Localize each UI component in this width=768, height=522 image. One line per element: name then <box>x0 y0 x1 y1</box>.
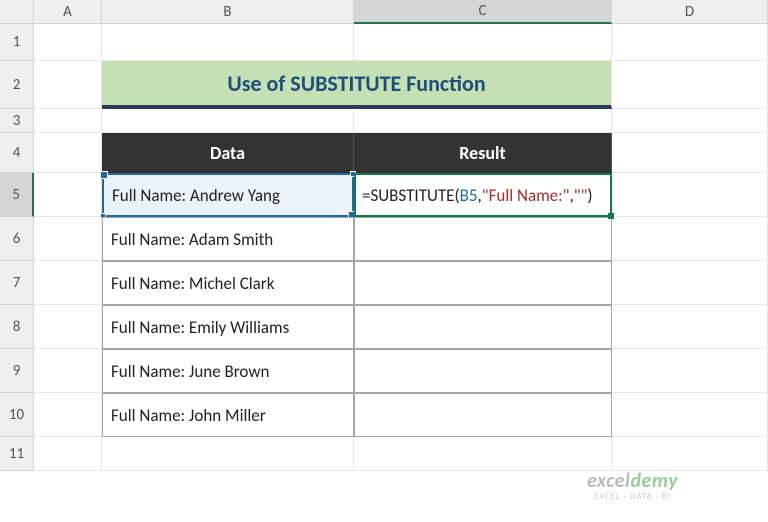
cell-a7[interactable] <box>34 261 102 305</box>
col-header-c[interactable]: C <box>354 0 612 24</box>
cell-a4[interactable] <box>34 133 102 173</box>
watermark-tagline: EXCEL · DATA · BI <box>587 492 678 502</box>
cell-c5-editing[interactable]: =SUBSTITUTE(B5,"Full Name:","") <box>354 173 612 217</box>
row-header-2[interactable]: 2 <box>0 61 34 109</box>
row-header-8[interactable]: 8 <box>0 305 34 349</box>
cell-a6[interactable] <box>34 217 102 261</box>
cell-d3[interactable] <box>612 109 768 133</box>
cell-b10[interactable]: Full Name: John Miller <box>102 393 354 437</box>
row-header-3[interactable]: 3 <box>0 109 34 133</box>
cell-a2[interactable] <box>34 61 102 109</box>
formula-str1: "Full Name:" <box>482 185 570 206</box>
cell-c7[interactable] <box>354 261 612 305</box>
cell-b5[interactable]: Full Name: Andrew Yang <box>102 173 354 217</box>
cell-c9[interactable] <box>354 349 612 393</box>
cell-c3[interactable] <box>354 109 612 133</box>
row-header-9[interactable]: 9 <box>0 349 34 393</box>
col-header-a[interactable]: A <box>34 0 102 24</box>
cell-d4[interactable] <box>612 133 768 173</box>
cell-a9[interactable] <box>34 349 102 393</box>
cell-b1[interactable] <box>102 24 354 61</box>
cell-d2[interactable] <box>612 61 768 109</box>
cell-a5[interactable] <box>34 173 102 217</box>
cell-c10[interactable] <box>354 393 612 437</box>
row-header-10[interactable]: 10 <box>0 393 34 437</box>
spreadsheet-grid: A B C D 1 2 Use of SUBSTITUTE Function 3… <box>0 0 768 471</box>
formula-ref: B5 <box>460 185 478 206</box>
formula-text: =SUBSTITUTE(B5,"Full Name:","") <box>362 185 593 206</box>
cell-d11[interactable] <box>612 437 768 471</box>
cell-c6[interactable] <box>354 217 612 261</box>
header-data[interactable]: Data <box>102 133 354 173</box>
cell-c11[interactable] <box>354 437 612 471</box>
cell-a3[interactable] <box>34 109 102 133</box>
cell-b3[interactable] <box>102 109 354 133</box>
cell-a1[interactable] <box>34 24 102 61</box>
col-header-d[interactable]: D <box>612 0 768 24</box>
col-header-b[interactable]: B <box>102 0 354 24</box>
cell-a8[interactable] <box>34 305 102 349</box>
cell-c8[interactable] <box>354 305 612 349</box>
watermark: exceldemy EXCEL · DATA · BI <box>587 470 678 502</box>
title-cell[interactable]: Use of SUBSTITUTE Function <box>102 61 612 109</box>
cell-b5-text: Full Name: Andrew Yang <box>112 185 280 206</box>
watermark-brand-a: excel <box>587 469 630 493</box>
cell-b8[interactable]: Full Name: Emily Williams <box>102 305 354 349</box>
row-header-5[interactable]: 5 <box>0 173 34 217</box>
row-header-7[interactable]: 7 <box>0 261 34 305</box>
formula-str2: "" <box>574 185 588 206</box>
cell-a11[interactable] <box>34 437 102 471</box>
cell-a10[interactable] <box>34 393 102 437</box>
cell-c1[interactable] <box>354 24 612 61</box>
cell-d5[interactable] <box>612 173 768 217</box>
cell-b6[interactable]: Full Name: Adam Smith <box>102 217 354 261</box>
row-header-4[interactable]: 4 <box>0 133 34 173</box>
row-header-1[interactable]: 1 <box>0 24 34 61</box>
cell-d7[interactable] <box>612 261 768 305</box>
watermark-brand-b: demy <box>630 469 678 493</box>
cell-d6[interactable] <box>612 217 768 261</box>
cell-b7[interactable]: Full Name: Michel Clark <box>102 261 354 305</box>
cell-b9[interactable]: Full Name: June Brown <box>102 349 354 393</box>
cell-d10[interactable] <box>612 393 768 437</box>
cell-d9[interactable] <box>612 349 768 393</box>
row-header-11[interactable]: 11 <box>0 437 34 471</box>
header-result[interactable]: Result <box>354 133 612 173</box>
cell-d1[interactable] <box>612 24 768 61</box>
row-header-6[interactable]: 6 <box>0 217 34 261</box>
cell-d8[interactable] <box>612 305 768 349</box>
select-all-corner[interactable] <box>0 0 34 24</box>
formula-suffix: ) <box>587 185 592 206</box>
formula-prefix: =SUBSTITUTE( <box>362 185 460 206</box>
cell-b11[interactable] <box>102 437 354 471</box>
